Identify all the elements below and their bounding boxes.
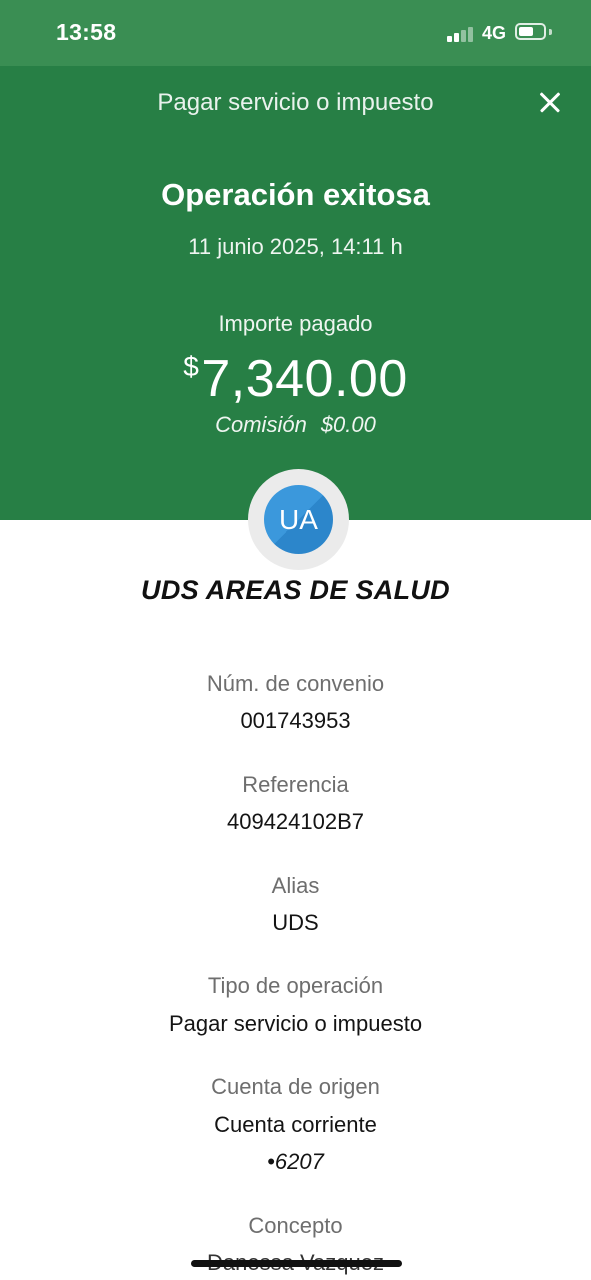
battery-level: [519, 27, 533, 36]
source-account-value: Cuenta corriente: [214, 1112, 377, 1137]
paid-amount: $7,340.00: [0, 336, 591, 410]
commission-label: Comisión: [215, 412, 307, 437]
commission-value: $0.00: [320, 412, 376, 437]
amount-value: 7,340.00: [201, 350, 408, 408]
redaction-bar: [191, 1260, 402, 1267]
battery-tip: [549, 29, 552, 35]
signal-icon: [447, 26, 475, 42]
page-title: Pagar servicio o impuesto: [157, 89, 434, 116]
agreement-number-label: Núm. de convenio: [206, 671, 385, 696]
operation-datetime: 11 junio 2025, 14:11 h: [188, 234, 403, 259]
reference-label: Referencia: [242, 772, 349, 797]
merchant-avatar: UA: [264, 485, 333, 554]
status-bar: 13:58 4G: [0, 0, 591, 66]
success-title: Operación exitosa: [161, 177, 430, 212]
status-time: 13:58: [56, 19, 117, 45]
source-account-label: Cuenta de origen: [211, 1074, 380, 1099]
source-account-number: •6207: [267, 1149, 324, 1174]
operation-type-value: Pagar servicio o impuesto: [168, 1011, 423, 1036]
reference-value: 409424102B7: [226, 809, 365, 834]
confirmation-hero: Pagar servicio o impuesto Operación exit…: [0, 66, 591, 520]
concept-label: Concepto: [248, 1213, 343, 1238]
agreement-number-value: 001743953: [240, 708, 351, 733]
merchant-name: UDS AREAS DE SALUD: [141, 575, 450, 605]
currency-symbol: $: [183, 351, 200, 382]
network-type: 4G: [482, 23, 507, 43]
commission: Comisión $0.00: [0, 412, 591, 438]
operation-type-label: Tipo de operación: [207, 973, 384, 998]
battery-icon: [515, 23, 546, 40]
close-button[interactable]: [532, 84, 568, 120]
amount-label: Importe pagado: [218, 311, 373, 336]
alias-value: UDS: [272, 910, 319, 935]
alias-label: Alias: [271, 873, 320, 898]
